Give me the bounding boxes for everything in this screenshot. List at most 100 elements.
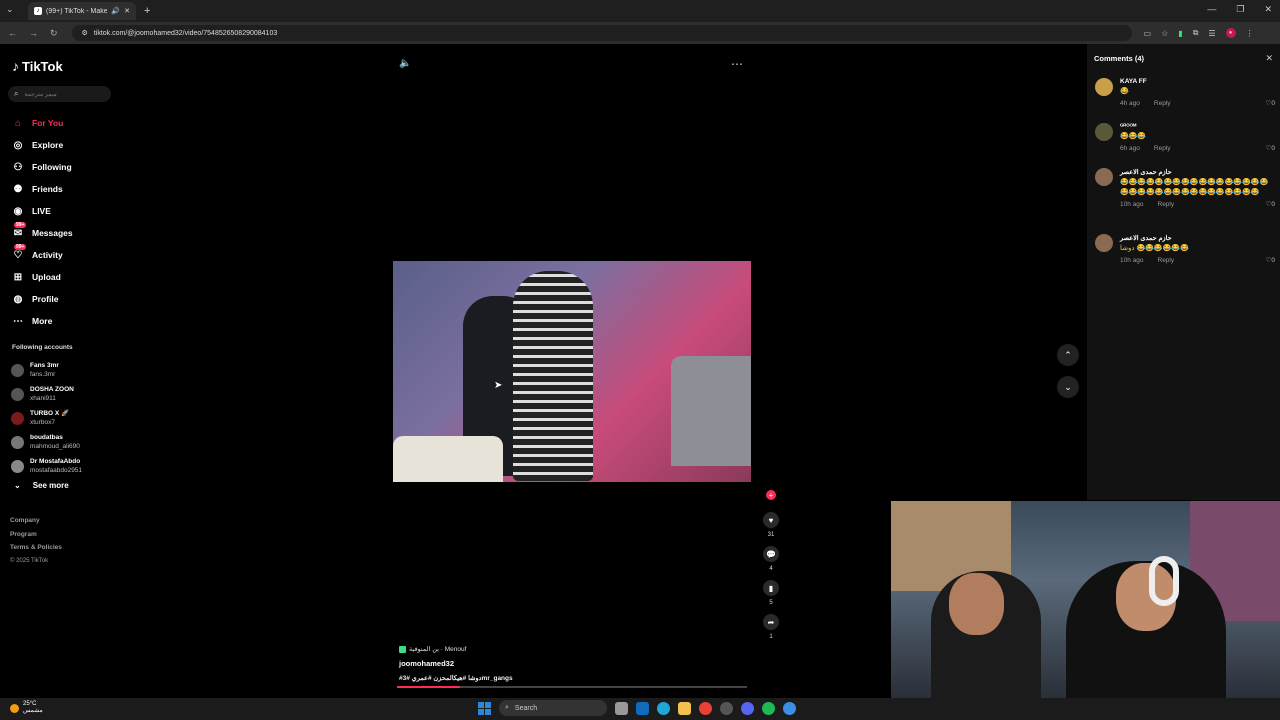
see-more-label: See more — [32, 481, 69, 490]
avatar[interactable] — [1095, 234, 1113, 252]
following-account[interactable]: Dr MostafaAbdo mostafaabdo2951 — [11, 454, 82, 478]
footer-program-link[interactable]: Program — [10, 528, 62, 542]
windows-start-icon[interactable] — [478, 701, 491, 715]
following-account[interactable]: TURBO X 🚀 xturbox7 — [11, 406, 82, 430]
avatar[interactable] — [1095, 168, 1113, 186]
weather-widget[interactable]: 25°C مشمس — [10, 701, 43, 715]
following-account[interactable]: boudatbas mahmoud_ali690 — [11, 430, 82, 454]
edge-icon[interactable] — [657, 701, 670, 715]
extension-icon[interactable]: ▮ — [1178, 29, 1182, 38]
speaker-icon[interactable]: 🔊 — [111, 7, 120, 15]
avatar[interactable] — [1095, 123, 1113, 141]
comment-button[interactable]: 💬 4 — [762, 546, 780, 572]
close-window-icon[interactable]: ✕ — [1264, 4, 1272, 15]
video-progress-bar[interactable] — [397, 686, 747, 688]
reply-button[interactable]: Reply — [1158, 201, 1175, 208]
reply-button[interactable]: Reply — [1154, 100, 1171, 107]
sidebar-item-messages[interactable]: ✉ 99+ Messages — [12, 222, 73, 244]
profile-avatar-icon[interactable]: ● — [1225, 28, 1236, 38]
close-tab-icon[interactable]: ✕ — [124, 7, 130, 15]
reply-button[interactable]: Reply — [1158, 257, 1175, 264]
comment-like-button[interactable]: ♡0 — [1266, 99, 1275, 107]
share-button[interactable]: ➦ 1 — [762, 614, 780, 640]
back-icon[interactable]: ← — [8, 28, 17, 39]
video-navigation: ⌃ ⌄ — [1057, 344, 1079, 408]
tiktok-logo[interactable]: ♪ TikTok — [12, 58, 63, 74]
comment-author[interactable]: حازم حمدى الاعصر — [1120, 234, 1275, 242]
video-username[interactable]: joomohamed32 — [399, 659, 513, 668]
see-more-button[interactable]: ⌄ See more — [14, 481, 69, 490]
share-icon: ➦ — [763, 614, 779, 630]
sidebar-item-friends[interactable]: ⚉ Friends — [12, 178, 73, 200]
sidebar-item-activity[interactable]: ♡ 99+ Activity — [12, 244, 73, 266]
puzzle-icon[interactable]: ⧉ — [1193, 28, 1199, 38]
search-input[interactable]: ⌕ ميمز مترجمة — [8, 86, 111, 102]
tiktok-note-icon: ♪ — [12, 58, 19, 74]
sidebar-item-profile[interactable]: ◍ Profile — [12, 288, 73, 310]
tab-search-icon[interactable]: ☰ — [1208, 29, 1215, 38]
sidebar-item-upload[interactable]: ⊞ Upload — [12, 266, 73, 288]
avatar[interactable] — [1095, 78, 1113, 96]
footer-terms-link[interactable]: Terms & Policies — [10, 541, 62, 555]
more-options-icon[interactable]: ⋯ — [731, 57, 743, 71]
tab-title: (99+) TikTok - Make Your D... — [46, 7, 108, 15]
sidebar-item-more[interactable]: ⋯ More — [12, 310, 73, 332]
sidebar-item-label: Activity — [32, 250, 63, 260]
sidebar-item-label: More — [32, 316, 53, 326]
site-info-icon[interactable]: ⚙ — [82, 29, 88, 37]
comment-like-button[interactable]: ♡0 — [1266, 256, 1275, 264]
video-hashtags[interactable]: #دوشا #هيكالمحزن #عمري #3mr_gangs — [399, 674, 513, 682]
sidebar-item-live[interactable]: ◉ LIVE — [12, 200, 73, 222]
taskbar-search[interactable]: ⌕ Search — [499, 700, 607, 716]
task-view-icon[interactable] — [615, 701, 628, 715]
outlook-icon[interactable] — [636, 701, 649, 715]
previous-video-button[interactable]: ⌃ — [1057, 344, 1079, 366]
following-account[interactable]: DOSHA ZOON xhani911 — [11, 382, 82, 406]
chrome-icon[interactable] — [699, 701, 712, 715]
forward-icon[interactable]: → — [29, 28, 38, 39]
like-button[interactable]: ♥ 31 — [762, 512, 780, 538]
follow-plus-button[interactable]: + — [766, 490, 776, 500]
sidebar-item-explore[interactable]: ◎ Explore — [12, 134, 73, 156]
new-tab-icon[interactable]: + — [144, 5, 150, 17]
file-explorer-icon[interactable] — [678, 701, 691, 715]
reload-icon[interactable]: ↻ — [50, 28, 58, 39]
cast-icon[interactable]: ▭ — [1144, 29, 1152, 38]
close-comments-icon[interactable]: ✕ — [1265, 53, 1273, 64]
profile-icon: ◍ — [13, 293, 23, 305]
following-account[interactable]: Fans 3mr fans.3mr — [11, 358, 82, 382]
app-icon[interactable] — [720, 701, 733, 715]
spotify-icon[interactable] — [762, 701, 775, 715]
sidebar-item-for-you[interactable]: ⌂ For You — [12, 112, 73, 134]
app-icon[interactable] — [783, 701, 796, 715]
sidebar-item-label: Messages — [32, 228, 73, 238]
sidebar-item-label: LIVE — [32, 206, 51, 216]
sidebar-item-label: Following — [32, 162, 72, 172]
url-field[interactable]: ⚙ tiktok.com/@joomohamed32/video/7548526… — [71, 25, 1132, 41]
browser-menu-icon[interactable]: ⋮ — [1246, 29, 1254, 38]
maximize-icon[interactable]: ❐ — [1236, 4, 1244, 15]
url-text: tiktok.com/@joomohamed32/video/754852650… — [93, 29, 278, 37]
minimize-icon[interactable]: — — [1207, 4, 1216, 15]
video-player[interactable] — [393, 261, 751, 482]
bookmark-star-icon[interactable]: ☆ — [1161, 29, 1168, 38]
browser-tab[interactable]: ♪ (99+) TikTok - Make Your D... 🔊 ✕ — [28, 2, 136, 20]
location-tag[interactable]: بن المنوفية · Menouf — [399, 645, 513, 653]
comment-time: 6h ago — [1120, 145, 1140, 152]
comment-like-button[interactable]: ♡0 — [1266, 200, 1275, 208]
save-button[interactable]: ▮ 5 — [762, 580, 780, 606]
discord-icon[interactable] — [741, 701, 754, 715]
comment-author[interactable]: حازم حمدى الاعصر — [1120, 168, 1275, 176]
comment-like-button[interactable]: ♡0 — [1266, 144, 1275, 152]
messages-badge: 99+ — [14, 222, 27, 228]
volume-icon[interactable]: 🔈 — [399, 58, 411, 69]
comment-text: 😂😂😂 — [1120, 133, 1147, 140]
footer-company-link[interactable]: Company — [10, 514, 62, 528]
reply-button[interactable]: Reply — [1154, 145, 1171, 152]
next-video-button[interactable]: ⌄ — [1057, 376, 1079, 398]
sidebar-item-following[interactable]: ⚇ Following — [12, 156, 73, 178]
comment-author[interactable]: ᴳᴿᴼᴼᴹ — [1120, 123, 1275, 130]
tab-menu-icon[interactable]: ⌄ — [6, 4, 14, 15]
comment-count: 4 — [769, 566, 773, 572]
comment-author[interactable]: KAYA FF — [1120, 78, 1275, 85]
